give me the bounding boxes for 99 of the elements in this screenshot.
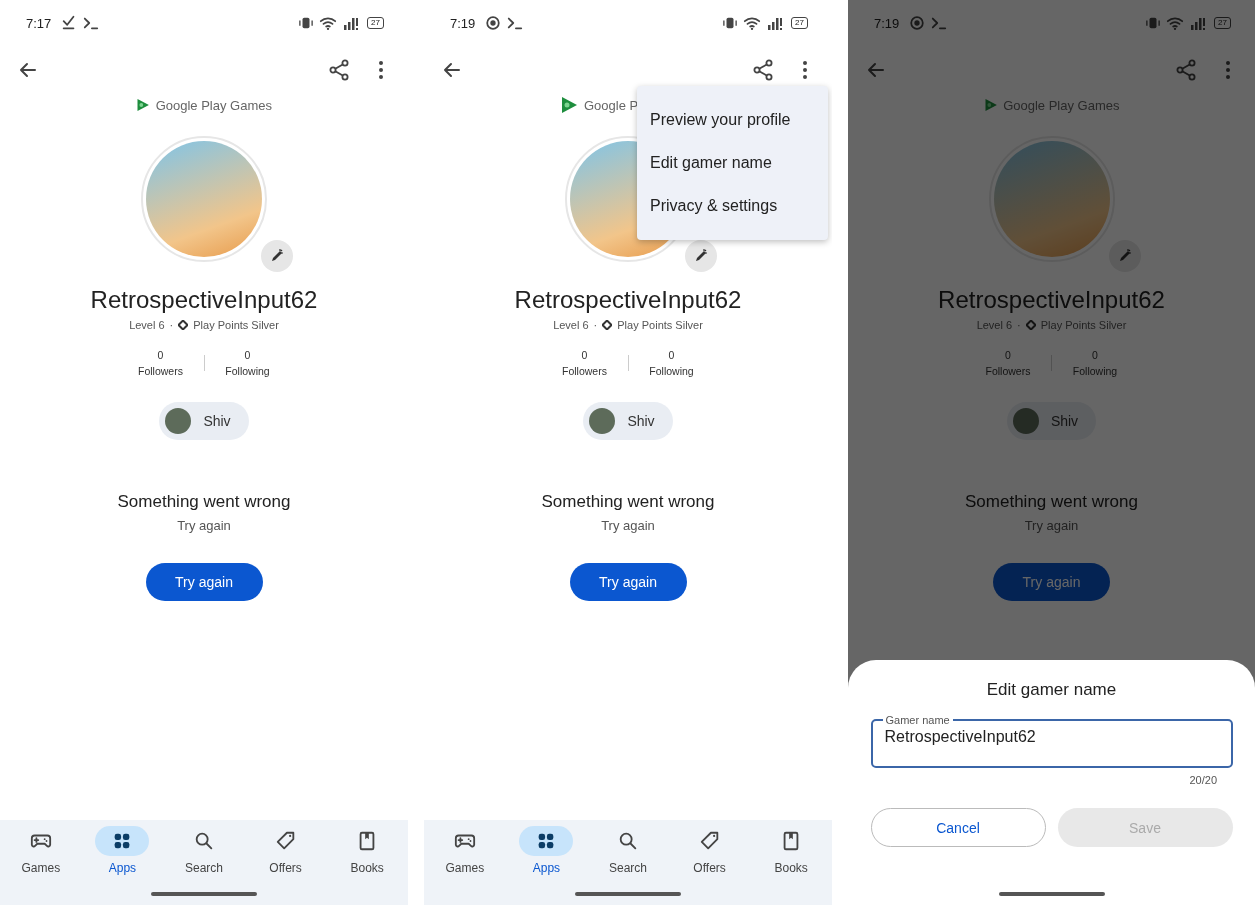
back-arrow-icon[interactable]	[18, 60, 38, 80]
edit-avatar-button[interactable]	[261, 240, 293, 272]
battery-indicator: 27	[791, 17, 808, 29]
vibrate-icon	[299, 16, 314, 30]
error-title: Something went wrong	[541, 492, 715, 512]
menu-item[interactable]: Privacy & settings	[637, 197, 828, 215]
nav-tab[interactable]: Apps	[511, 826, 582, 875]
separator-dot: ·	[593, 319, 598, 331]
signal-icon	[767, 15, 784, 31]
brand-name: Google Play Games	[1003, 97, 1120, 113]
menu-item[interactable]: Edit gamer name	[637, 154, 828, 172]
record-icon	[485, 15, 502, 31]
record-icon	[909, 15, 926, 31]
gamer-name: RetrospectiveInput62	[514, 286, 742, 314]
diamond-icon	[1025, 320, 1036, 330]
error-message: Try again	[177, 518, 231, 533]
error-message: Try again	[1024, 518, 1079, 533]
nav-tab[interactable]: Apps	[87, 826, 158, 875]
level-text: Level 6	[129, 319, 165, 331]
more-options-icon[interactable]	[378, 60, 384, 80]
friend-avatar-placeholder	[1012, 408, 1039, 434]
gamer-name-field[interactable]: Gamer name RetrospectiveInput62	[870, 714, 1233, 768]
stat-count: 0	[157, 349, 164, 361]
friend-chip[interactable]: Shiv	[159, 402, 249, 440]
character-counter: 20/20	[1189, 774, 1217, 786]
play-games-logo-icon	[136, 96, 150, 114]
stat-label: Followers	[138, 365, 183, 377]
terminal-icon	[931, 15, 948, 31]
gamer-name: RetrospectiveInput62	[938, 286, 1165, 314]
stat-count: 0	[668, 349, 675, 361]
wifi-icon	[319, 15, 338, 31]
play-points-label: Play Points Silver	[1040, 319, 1127, 331]
gamer-name: RetrospectiveInput62	[90, 286, 318, 314]
play-games-logo-icon	[560, 96, 578, 114]
vibrate-icon	[723, 16, 738, 30]
battery-indicator: 27	[1214, 17, 1231, 29]
stat-count: 0	[581, 349, 588, 361]
play-games-logo-icon	[983, 96, 998, 114]
stat-count: 0	[1092, 349, 1098, 361]
terminal-icon	[507, 15, 524, 31]
nav-tab[interactable]: Games	[429, 826, 500, 875]
nav-tab[interactable]: Search	[593, 826, 663, 875]
try-again-button[interactable]: Try again	[569, 563, 687, 601]
more-options-icon[interactable]	[802, 60, 808, 80]
play-points-label: Play Points Silver	[193, 319, 279, 331]
separator-dot: ·	[1017, 319, 1021, 331]
vibrate-icon	[1146, 16, 1161, 30]
stat-count: 0	[244, 349, 251, 361]
tag-icon	[698, 830, 721, 852]
wifi-icon	[743, 15, 762, 31]
menu-item[interactable]: Preview your profile	[637, 111, 828, 129]
nav-tab[interactable]: Offers	[674, 826, 745, 875]
signal-icon	[343, 15, 360, 31]
search-icon	[617, 830, 639, 852]
terminal-icon	[83, 15, 100, 31]
stat-count: 0	[1005, 349, 1011, 361]
error-title: Something went wrong	[117, 492, 291, 512]
wifi-icon	[1166, 15, 1185, 31]
brand-name: Google P	[584, 97, 639, 113]
diamond-icon	[602, 320, 613, 330]
status-time: 7:19	[874, 15, 900, 31]
separator-dot: ·	[169, 319, 174, 331]
nav-tab[interactable]: Books	[332, 826, 403, 875]
friend-avatar-placeholder	[589, 408, 616, 434]
share-icon[interactable]	[752, 59, 774, 81]
signal-icon	[1190, 15, 1207, 31]
friend-chip[interactable]: Shiv	[583, 402, 673, 440]
pencil-icon	[693, 248, 709, 264]
status-time: 7:19	[450, 15, 476, 31]
friend-avatar-placeholder	[165, 408, 192, 434]
back-arrow-icon[interactable]	[442, 60, 462, 80]
nav-tab[interactable]: Games	[5, 826, 76, 875]
brand-name: Google Play Games	[155, 97, 272, 113]
level-text: Level 6	[553, 319, 589, 331]
nav-tab[interactable]: Search	[169, 826, 239, 875]
diamond-icon	[178, 320, 189, 330]
share-icon[interactable]	[328, 59, 350, 81]
stat-label: Followers	[985, 365, 1031, 377]
stat-label: Following	[1072, 365, 1118, 377]
battery-indicator: 27	[367, 17, 384, 29]
sheet-button[interactable]: Cancel	[870, 808, 1046, 847]
pencil-icon	[269, 248, 285, 264]
nav-tab[interactable]: Books	[756, 826, 827, 875]
level-text: Level 6	[976, 319, 1013, 331]
stat-label: Followers	[562, 365, 607, 377]
edit-avatar-button[interactable]	[685, 240, 717, 272]
status-time: 7:17	[26, 15, 52, 31]
play-points-label: Play Points Silver	[617, 319, 703, 331]
error-title: Something went wrong	[965, 492, 1138, 512]
try-again-button[interactable]: Try again	[145, 563, 263, 601]
error-message: Try again	[601, 518, 655, 533]
nav-tab[interactable]: Offers	[250, 826, 321, 875]
gamer-name-input[interactable]: RetrospectiveInput62	[884, 726, 1219, 748]
stat-label: Following	[225, 365, 270, 377]
stat-label: Following	[649, 365, 694, 377]
sheet-title: Edit gamer name	[986, 680, 1117, 700]
search-icon	[193, 830, 215, 852]
field-label: Gamer name	[884, 714, 951, 726]
tag-icon	[274, 830, 297, 852]
